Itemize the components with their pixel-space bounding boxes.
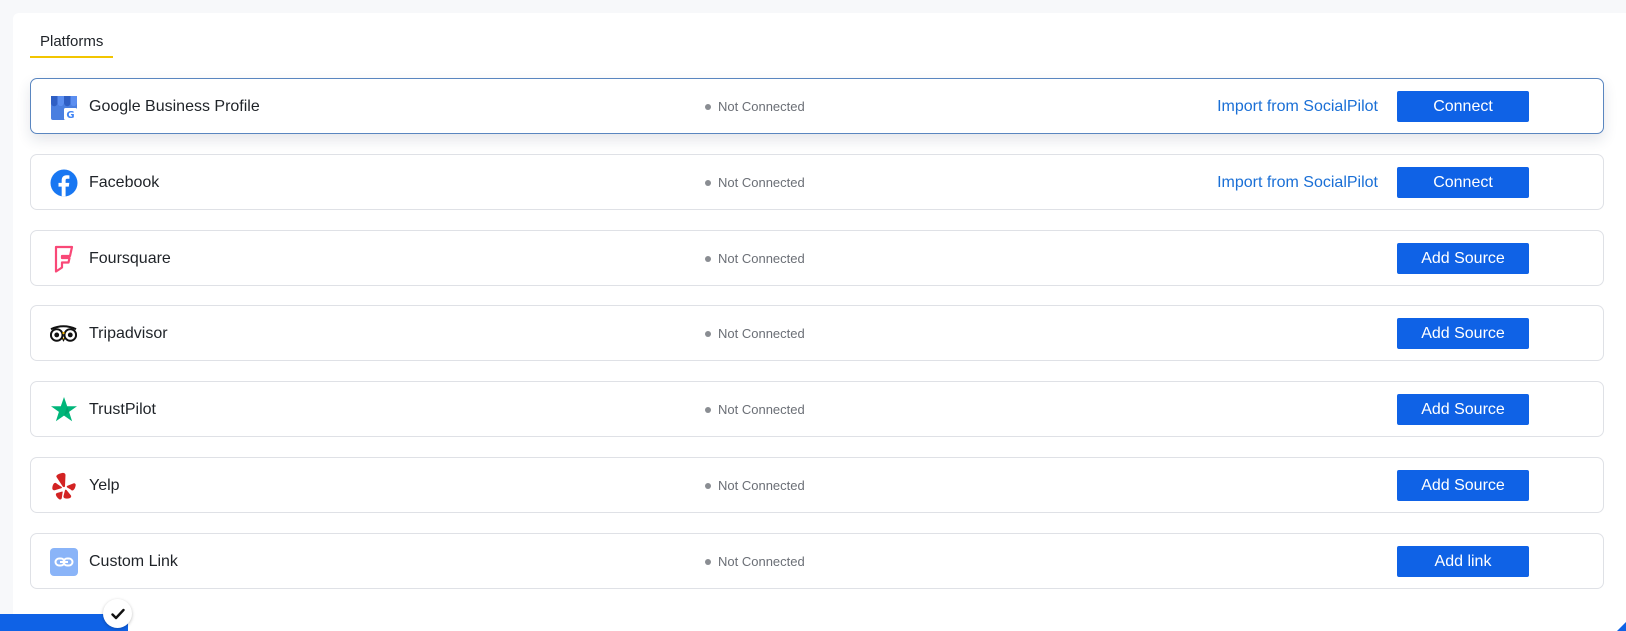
status-badge: Not Connected — [705, 554, 805, 570]
svg-text:G: G — [66, 110, 74, 121]
foursquare-icon — [49, 244, 78, 273]
platform-name: Custom Link — [89, 553, 178, 570]
status-badge: Not Connected — [705, 326, 805, 342]
add-source-button[interactable]: Add Source — [1397, 243, 1529, 274]
status-text: Not Connected — [718, 99, 805, 114]
status-dot-icon — [705, 331, 711, 337]
status-badge: Not Connected — [705, 402, 805, 418]
status-badge: Not Connected — [705, 99, 805, 115]
status-text: Not Connected — [718, 478, 805, 493]
platform-row-google: G Google Business Profile Not Connected … — [30, 78, 1604, 134]
link-icon — [49, 547, 78, 576]
status-badge: Not Connected — [705, 251, 805, 267]
status-text: Not Connected — [718, 402, 805, 417]
platform-name: Facebook — [89, 174, 160, 191]
status-dot-icon — [705, 559, 711, 565]
platform-list: G Google Business Profile Not Connected … — [30, 78, 1604, 609]
status-text: Not Connected — [718, 175, 805, 190]
add-link-button[interactable]: Add link — [1397, 546, 1529, 577]
platform-row-trustpilot: TrustPilot Not Connected Add Source — [30, 381, 1604, 437]
check-icon[interactable] — [103, 599, 132, 628]
platform-row-yelp: Yelp Not Connected Add Source — [30, 457, 1604, 513]
facebook-icon — [49, 168, 78, 197]
status-badge: Not Connected — [705, 478, 805, 494]
add-source-button[interactable]: Add Source — [1397, 318, 1529, 349]
status-text: Not Connected — [718, 251, 805, 266]
trustpilot-icon — [49, 395, 78, 424]
status-dot-icon — [705, 104, 711, 110]
platform-name: Yelp — [89, 477, 120, 494]
status-text: Not Connected — [718, 326, 805, 341]
import-from-socialpilot-link[interactable]: Import from SocialPilot — [1217, 173, 1378, 193]
import-from-socialpilot-link[interactable]: Import from SocialPilot — [1217, 97, 1378, 117]
platforms-panel: Platforms G Google Business Profile Not … — [13, 13, 1626, 631]
tab-platforms[interactable]: Platforms — [30, 33, 114, 58]
platform-name: TrustPilot — [89, 401, 156, 418]
platform-row-tripadvisor: Tripadvisor Not Connected Add Source — [30, 305, 1604, 361]
status-dot-icon — [705, 483, 711, 489]
platform-row-facebook: Facebook Not Connected Import from Socia… — [30, 154, 1604, 210]
platform-name: Tripadvisor — [89, 325, 168, 342]
status-dot-icon — [705, 180, 711, 186]
status-dot-icon — [705, 407, 711, 413]
connect-button[interactable]: Connect — [1397, 167, 1529, 198]
add-source-button[interactable]: Add Source — [1397, 470, 1529, 501]
platform-name: Foursquare — [89, 250, 171, 267]
status-text: Not Connected — [718, 554, 805, 569]
tripadvisor-icon — [49, 319, 78, 348]
status-dot-icon — [705, 256, 711, 262]
google-business-icon: G — [49, 92, 78, 121]
yelp-icon — [49, 471, 78, 500]
platform-name: Google Business Profile — [89, 98, 260, 115]
connect-button[interactable]: Connect — [1397, 91, 1529, 122]
add-source-button[interactable]: Add Source — [1397, 394, 1529, 425]
status-badge: Not Connected — [705, 175, 805, 191]
platform-row-foursquare: Foursquare Not Connected Add Source — [30, 230, 1604, 286]
platform-row-custom-link: Custom Link Not Connected Add link — [30, 533, 1604, 589]
corner-resize-icon — [1617, 622, 1626, 631]
